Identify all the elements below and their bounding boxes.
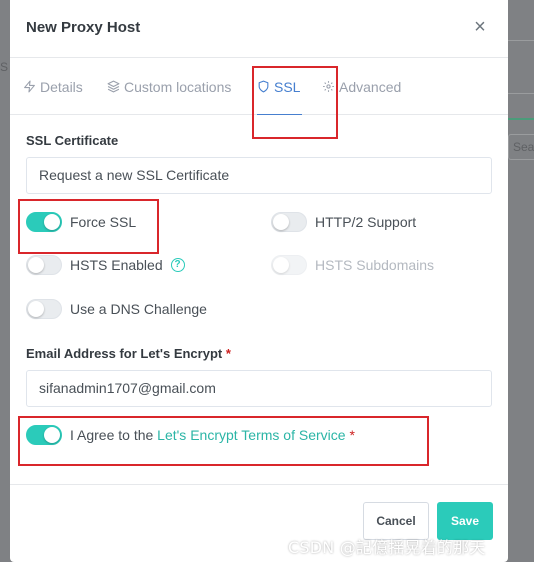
shield-icon (258, 80, 269, 93)
background-accent-line (508, 118, 534, 120)
switch-knob (28, 301, 44, 317)
agree-tos-toggle-row: I Agree to the Let's Encrypt Terms of Se… (26, 425, 355, 445)
force-ssl-label: Force SSL (70, 214, 137, 230)
tab-ssl-label: SSL (274, 78, 301, 95)
close-button[interactable]: × (472, 17, 488, 37)
background-divider (508, 93, 534, 94)
switch-knob (44, 427, 60, 443)
email-label-text: Email Address for Let's Encrypt (26, 346, 223, 361)
hsts-subdomains-switch (271, 255, 307, 275)
http2-label: HTTP/2 Support (315, 214, 417, 230)
modal-title: New Proxy Host (26, 19, 141, 36)
hsts-subdomains-label: HSTS Subdomains (315, 257, 435, 273)
force-ssl-switch[interactable] (26, 212, 62, 232)
dns-challenge-toggle-row: Use a DNS Challenge (26, 299, 207, 319)
agree-tos-switch[interactable] (26, 425, 62, 445)
email-label: Email Address for Let's Encrypt * (26, 346, 231, 361)
gear-icon (323, 81, 334, 92)
http2-toggle-row: HTTP/2 Support (271, 212, 416, 232)
bolt-icon (24, 80, 35, 93)
help-icon[interactable]: ? (170, 258, 185, 272)
switch-knob (44, 214, 60, 230)
switch-knob (28, 257, 44, 273)
tab-ssl[interactable]: SSL (257, 58, 303, 115)
hsts-enabled-label: HSTS Enabled (70, 257, 163, 273)
background-divider (508, 40, 534, 41)
agree-tos-prefix: I Agree to the (70, 427, 158, 443)
background-text-fragment: S (0, 60, 9, 74)
tab-custom-locations[interactable]: Custom locations (107, 58, 231, 115)
switch-knob (273, 257, 289, 273)
tab-advanced-label: Advanced (339, 78, 402, 95)
new-proxy-host-modal: New Proxy Host × Details Custom location… (10, 0, 508, 562)
hsts-subdomains-toggle-row: HSTS Subdomains (271, 255, 434, 275)
tab-details[interactable]: Details (23, 58, 83, 115)
tab-advanced[interactable]: Advanced (322, 58, 401, 115)
background-search-fragment: Sea (508, 134, 534, 160)
tab-bar: Details Custom locations SSL Advanced (10, 58, 508, 115)
force-ssl-toggle-row: Force SSL (26, 212, 136, 232)
layers-icon (107, 80, 120, 93)
switch-knob (273, 214, 289, 230)
tab-details-label: Details (40, 78, 83, 95)
tos-link[interactable]: Let's Encrypt Terms of Service (157, 427, 345, 443)
ssl-certificate-label: SSL Certificate (26, 133, 119, 148)
hsts-enabled-switch[interactable] (26, 255, 62, 275)
required-asterisk: * (225, 346, 231, 361)
email-input[interactable]: sifanadmin1707@gmail.com (26, 370, 492, 407)
modal-header: New Proxy Host × (10, 0, 508, 58)
dns-challenge-switch[interactable] (26, 299, 62, 319)
ssl-certificate-select[interactable]: Request a new SSL Certificate (26, 157, 492, 194)
dns-challenge-label: Use a DNS Challenge (70, 301, 207, 317)
watermark-text: CSDN @記億揺晃着的那天 (288, 538, 486, 557)
required-asterisk: * (349, 427, 355, 443)
http2-switch[interactable] (271, 212, 307, 232)
hsts-enabled-toggle-row: HSTS Enabled ? (26, 255, 185, 275)
tab-custom-locations-label: Custom locations (124, 78, 232, 95)
agree-tos-label: I Agree to the Let's Encrypt Terms of Se… (70, 427, 355, 443)
